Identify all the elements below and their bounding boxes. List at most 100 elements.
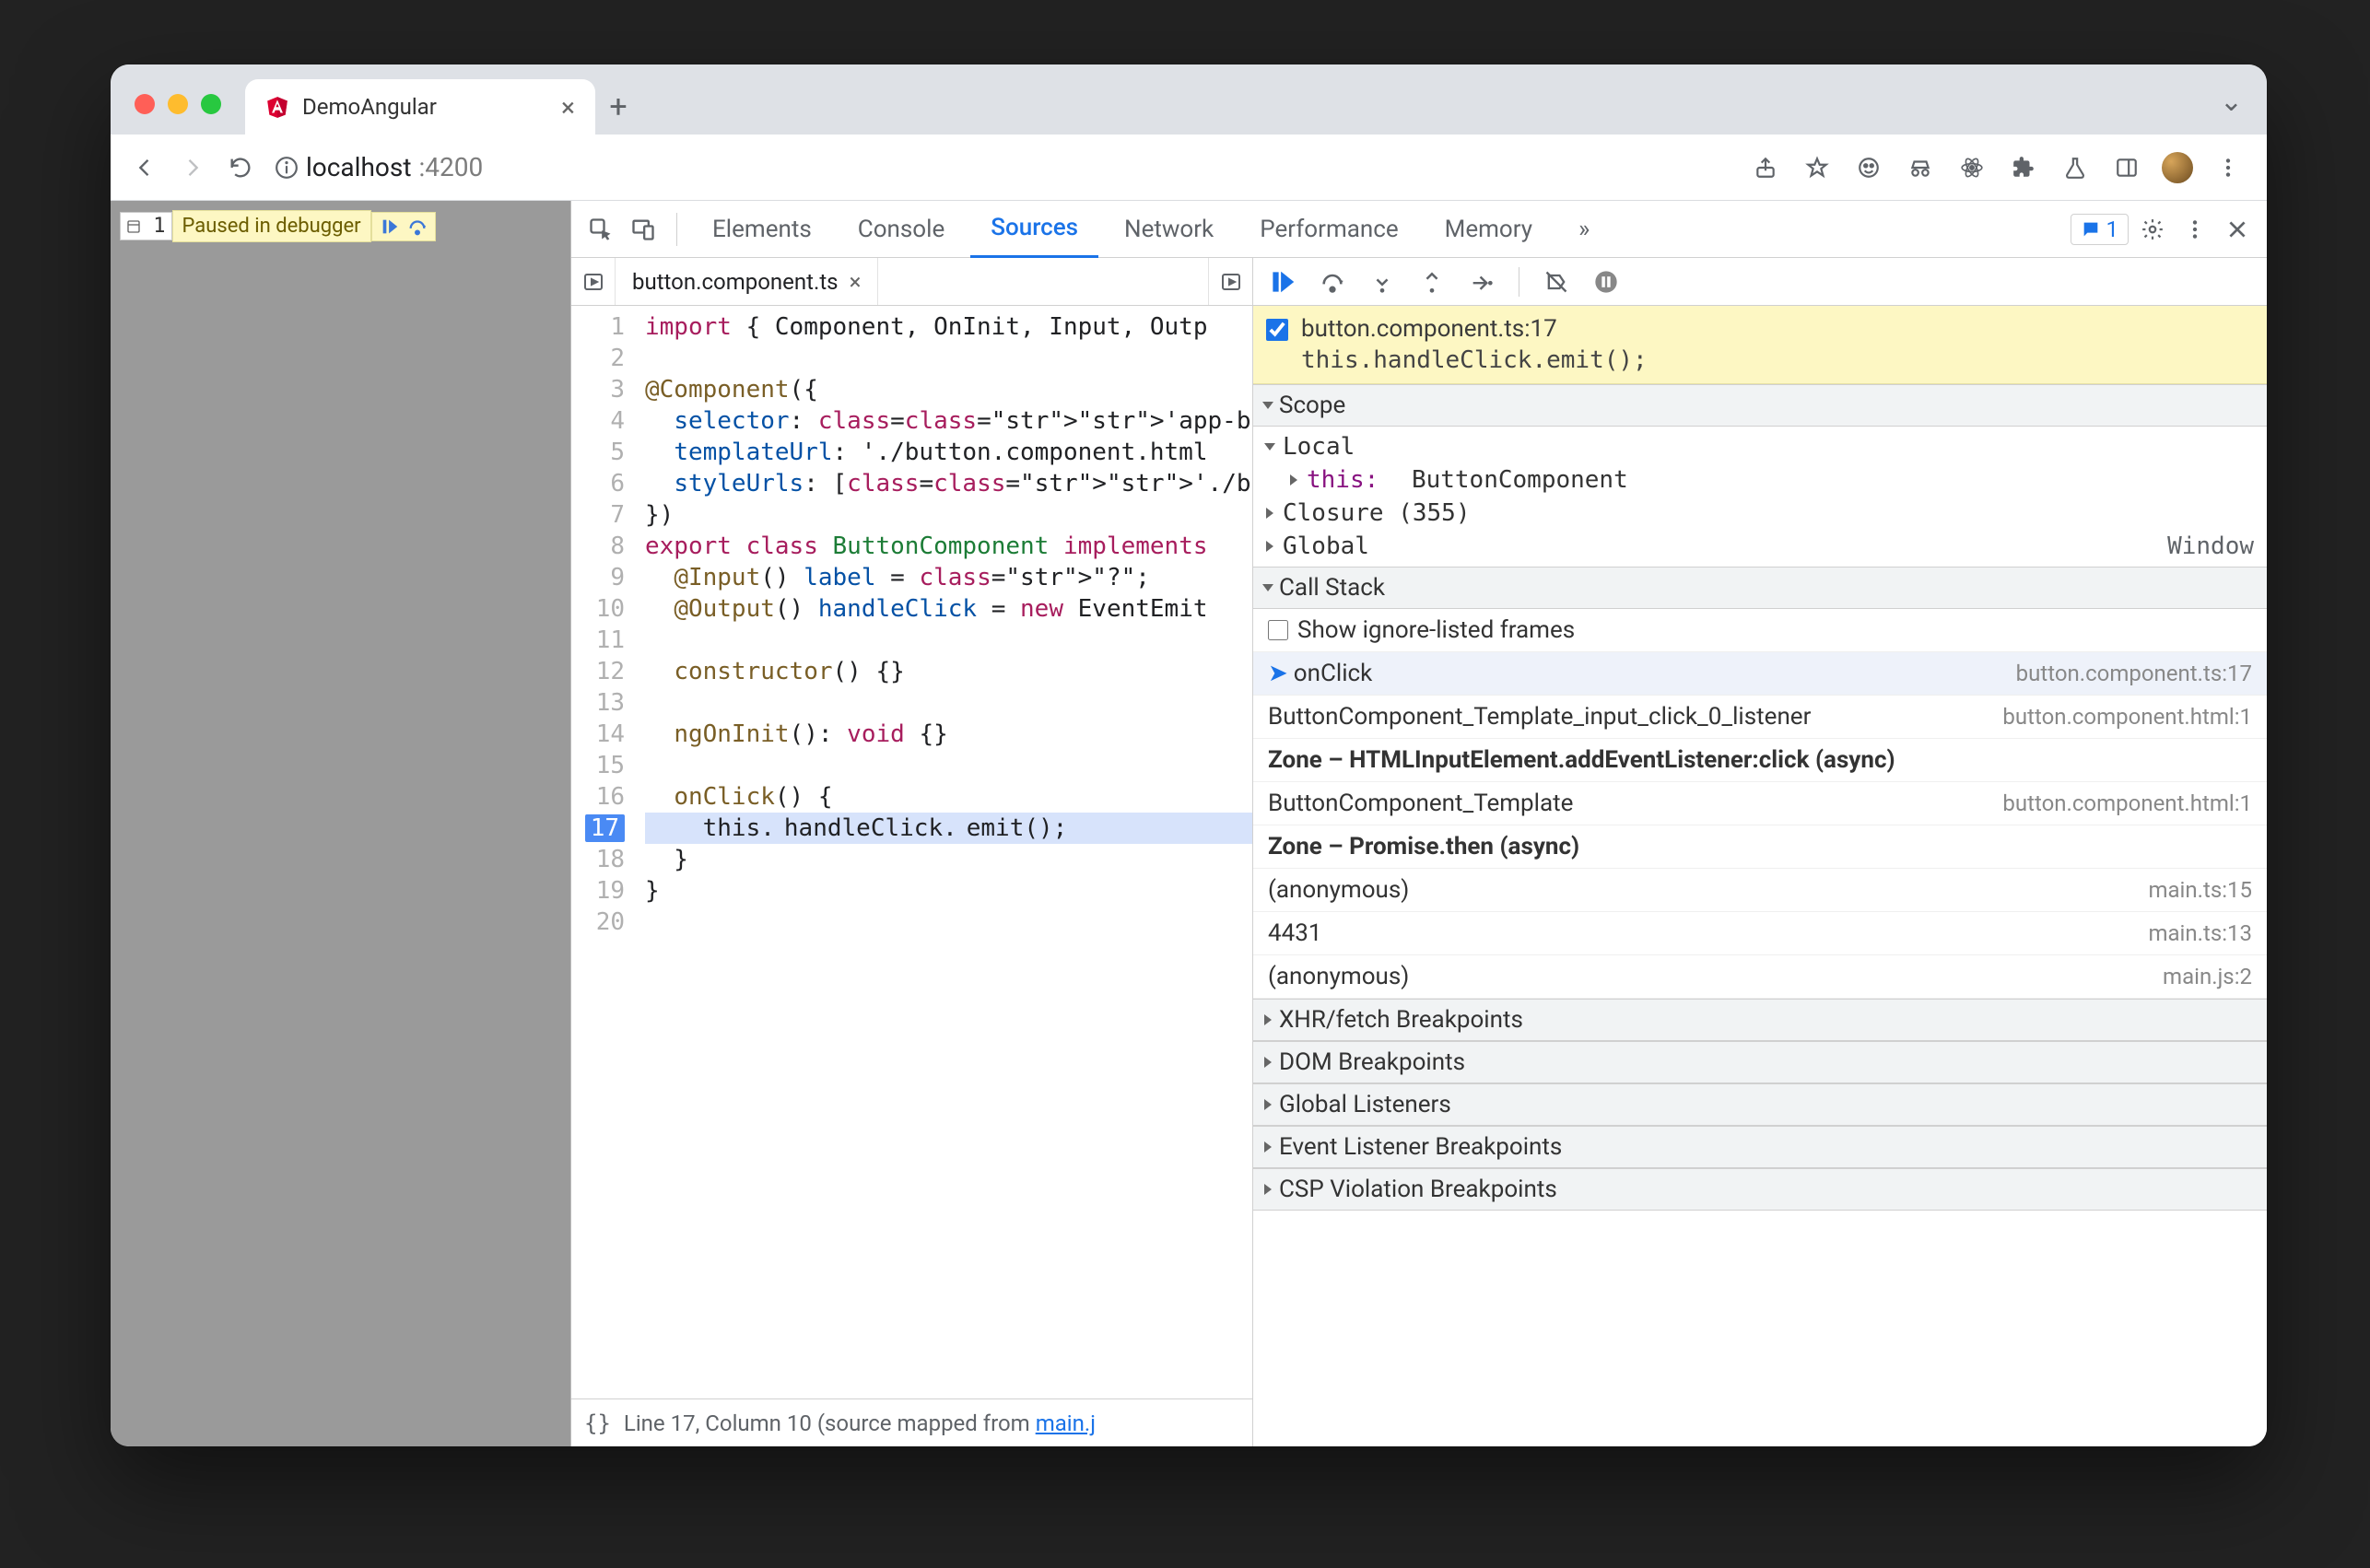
callstack-frame[interactable]: Zone – HTMLInputElement.addEventListener… [1253,739,2267,782]
navigator-toggle-icon[interactable] [571,258,616,305]
step-button[interactable] [1465,265,1498,298]
scope-global[interactable]: GlobalWindow [1253,530,2267,563]
tab-network[interactable]: Network [1104,201,1234,258]
breakpoint-expression: this.handleClick.emit(); [1301,346,1648,374]
side-panel-icon[interactable] [2110,151,2143,184]
step-out-button[interactable] [1415,265,1449,298]
forward-button[interactable] [173,148,212,187]
tab-close-icon[interactable]: × [561,92,575,123]
scope-local[interactable]: Local [1253,430,2267,463]
tab-console[interactable]: Console [838,201,965,258]
callstack-frame[interactable]: Zone – Promise.then (async) [1253,825,2267,869]
paused-overlay-label: Paused in debugger [172,210,371,242]
fullscreen-window-icon[interactable] [201,94,221,114]
tab-title: DemoAngular [302,94,437,120]
callstack-header[interactable]: Call Stack [1253,567,2267,609]
extension-icon[interactable] [1852,151,1885,184]
more-tabs-icon[interactable] [1208,258,1252,305]
callstack-frame[interactable]: (anonymous)main.js:2 [1253,955,2267,999]
code-content[interactable]: import { Component, OnInit, Input, Outp … [636,306,1252,1398]
debugger-toolbar [1253,258,2267,306]
source-map-link[interactable]: main.j [1036,1410,1096,1436]
scope-body: Local this: ButtonComponent Closure (355… [1253,427,2267,567]
pause-on-exceptions-button[interactable] [1590,265,1623,298]
rendered-page: 1 Paused in debugger [111,201,571,1446]
breakpoint-banner: button.component.ts:17 this.handleClick.… [1253,306,2267,384]
url-port: :4200 [418,152,483,182]
debugger-sidebar: button.component.ts:17 this.handleClick.… [1253,258,2267,1446]
tab-performance[interactable]: Performance [1239,201,1418,258]
tab-elements[interactable]: Elements [692,201,832,258]
kebab-menu-icon[interactable] [2212,151,2245,184]
content-area: 1 Paused in debugger Elements [111,201,2267,1446]
address-bar[interactable]: localhost:4200 [275,152,483,182]
xhr-breakpoints-header[interactable]: XHR/fetch Breakpoints [1253,999,2267,1041]
devtools-tabbar: Elements Console Sources Network Perform… [571,201,2267,258]
browser-window: DemoAngular × + ⌄ localhost:4200 [111,64,2267,1446]
inspect-element-icon[interactable] [582,211,619,248]
resume-button[interactable] [1266,265,1299,298]
device-toolbar-icon[interactable] [625,211,662,248]
show-ignored-frames[interactable]: Show ignore-listed frames [1253,609,2267,652]
csp-violation-breakpoints-header[interactable]: CSP Violation Breakpoints [1253,1168,2267,1211]
dom-breakpoints-header[interactable]: DOM Breakpoints [1253,1041,2267,1083]
overlay-resume-icon[interactable] [380,216,400,237]
callstack-frame[interactable]: (anonymous)main.ts:15 [1253,869,2267,912]
scope-this[interactable]: this: ButtonComponent [1253,463,2267,497]
react-devtools-icon[interactable] [1955,151,1989,184]
source-editor: button.component.ts × 123456789101112131… [571,258,1253,1446]
devtools-kebab-icon[interactable] [2176,211,2213,248]
overlay-step-over-icon[interactable] [407,216,428,237]
show-ignored-checkbox[interactable] [1268,620,1288,640]
close-window-icon[interactable] [135,94,155,114]
editor-tabs: button.component.ts × [571,258,1252,306]
minimize-window-icon[interactable] [168,94,188,114]
back-button[interactable] [125,148,164,187]
scope-closure[interactable]: Closure (355) [1253,497,2267,530]
breakpoint-checkbox[interactable] [1266,319,1288,341]
line-gutter[interactable]: 1234567891011121314151617181920 [571,306,636,1398]
cursor-position: Line 17, Column 10 (source mapped from m… [624,1410,1096,1436]
callstack-frame[interactable]: ➤onClickbutton.component.ts:17 [1253,652,2267,696]
issues-count: 1 [2106,216,2119,242]
paused-overlay-badge: 1 [120,212,172,240]
callstack-frame[interactable]: 4431main.ts:13 [1253,912,2267,955]
scope-header[interactable]: Scope [1253,384,2267,427]
chevron-down-icon[interactable]: ⌄ [2220,86,2267,135]
settings-gear-icon[interactable] [2134,211,2171,248]
callstack-frame[interactable]: ButtonComponent_Templatebutton.component… [1253,782,2267,825]
bookmark-star-icon[interactable] [1801,151,1834,184]
step-over-button[interactable] [1316,265,1349,298]
profile-avatar[interactable] [2162,152,2193,183]
callstack-frame[interactable]: ButtonComponent_Template_input_click_0_l… [1253,696,2267,739]
file-tab-close-icon[interactable]: × [850,269,862,295]
pretty-print-icon[interactable]: {} [584,1410,611,1436]
breakpoint-location: button.component.ts:17 [1301,315,1557,343]
site-info-icon[interactable] [275,156,299,180]
devtools-panel: Elements Console Sources Network Perform… [571,201,2267,1446]
browser-tab[interactable]: DemoAngular × [245,79,595,135]
tab-memory[interactable]: Memory [1425,201,1553,258]
tab-sources[interactable]: Sources [970,201,1098,258]
reload-button[interactable] [221,148,260,187]
event-listener-breakpoints-header[interactable]: Event Listener Breakpoints [1253,1126,2267,1168]
new-tab-button[interactable]: + [595,88,641,135]
toolbar-actions [1749,151,2252,184]
editor-statusbar: {} Line 17, Column 10 (source mapped fro… [571,1398,1252,1446]
callstack-list: ➤onClickbutton.component.ts:17ButtonComp… [1253,652,2267,999]
step-into-button[interactable] [1366,265,1399,298]
deactivate-breakpoints-button[interactable] [1540,265,1573,298]
labs-flask-icon[interactable] [2059,151,2092,184]
extensions-puzzle-icon[interactable] [2007,151,2040,184]
global-listeners-header[interactable]: Global Listeners [1253,1083,2267,1126]
tab-strip: DemoAngular × + ⌄ [111,64,2267,135]
issues-badge[interactable]: 1 [2071,214,2129,245]
devtools-close-icon[interactable] [2219,211,2256,248]
window-controls [111,94,245,135]
url-host: localhost [306,152,411,182]
share-icon[interactable] [1749,151,1782,184]
tab-more[interactable]: » [1558,201,1610,258]
incognito-icon[interactable] [1904,151,1937,184]
file-tab[interactable]: button.component.ts × [616,258,878,305]
code-viewport[interactable]: 1234567891011121314151617181920 import {… [571,306,1252,1398]
